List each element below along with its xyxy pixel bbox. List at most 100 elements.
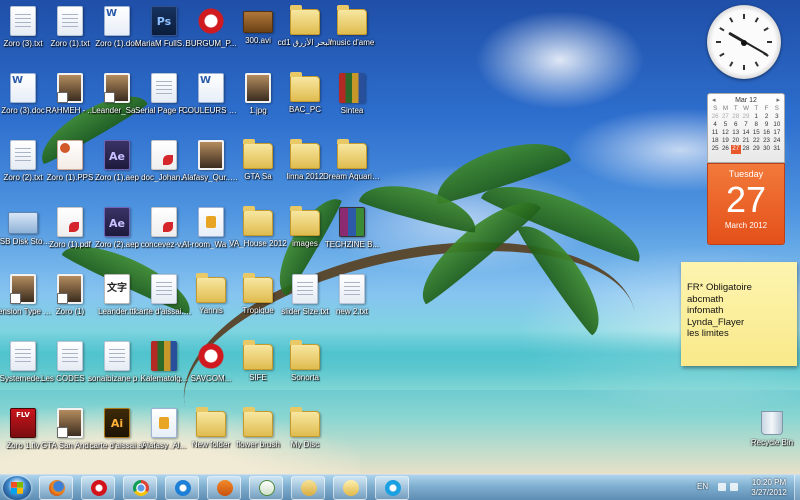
calendar-day[interactable]: 13 [731,129,741,137]
desktop-icon[interactable]: Kalematolg... [141,339,187,399]
desktop-icon[interactable]: concevez-v... [141,205,187,265]
calendar-day[interactable]: 26 [720,145,730,153]
start-button[interactable] [3,476,31,500]
desktop-icon[interactable]: Zoro (1) [47,272,93,332]
desktop-icon[interactable]: FLV Zoro 1.flv [0,406,46,466]
desktop-icon[interactable]: Zoro (1).pdf [47,205,93,265]
calendar-day[interactable]: 18 [710,137,720,145]
calendar-day[interactable]: 26 [710,113,720,121]
taskbar-skype-button[interactable] [375,476,409,500]
desktop-icon[interactable]: 300.avi [235,4,281,64]
recycle-bin[interactable]: Recycle Bin [749,407,795,467]
calendar-day[interactable]: 6 [731,121,741,129]
desktop-icon[interactable]: Zoro (1).txt [47,4,93,64]
desktop-icon[interactable]: GTA Sa [235,138,281,198]
desktop-icon[interactable]: Alafasy_Qur... Liathan.mp3 [182,138,240,198]
calendar-prev-icon[interactable]: ◂ [712,96,716,105]
desktop-icon[interactable]: Zoro (3).txt [0,4,46,64]
desktop-icon[interactable]: Sonorta [282,339,328,399]
tray-flag-icon[interactable] [718,483,726,491]
desktop-icon[interactable]: BAC_PC [282,71,328,131]
calendar-day[interactable]: 9 [761,121,771,129]
desktop-icon[interactable]: 文字 Leander.ttf [94,272,140,332]
calendar-gadget[interactable]: ◂ Mar 12 ▸ S M T W T F S 26 27 28 29 1 2 3 4 5 6 7 8 9 10 11 1… [707,93,785,253]
calendar-day[interactable]: 2 [761,113,771,121]
tray-network-icon[interactable] [730,483,738,491]
desktop-icon[interactable]: sonaibizane password.txt [88,339,146,399]
calendar-day[interactable]: 16 [761,129,771,137]
calendar-day[interactable]: 4 [710,121,720,129]
desktop-icon[interactable]: COULEURS ET COMM... [182,71,240,131]
calendar-day[interactable]: 24 [772,137,782,145]
desktop-icon[interactable]: images [282,205,328,265]
desktop-icon[interactable]: Ae Zoro (2).aep [94,205,140,265]
taskbar-folder-button[interactable] [333,476,367,500]
desktop-icon[interactable]: Ae Zoro (1).aep [94,138,140,198]
tray-clock[interactable]: 10:20 PM 3/27/2012 [746,478,792,498]
calendar-day[interactable]: 19 [720,137,730,145]
desktop-icon[interactable]: SIFE [235,339,281,399]
calendar-day[interactable]: 30 [761,145,771,153]
calendar-day[interactable]: 28 [741,145,751,153]
sticky-note[interactable]: FR* Obligatoire abcmath infomath Lynda_F… [681,262,797,366]
taskbar-windows-explorer-button[interactable] [291,476,325,500]
desktop-icon[interactable]: USB Disk Storage Fo... [0,205,52,265]
calendar-day[interactable]: 28 [731,113,741,121]
desktop-icon[interactable]: TECHZINE B... [325,205,379,265]
calendar-day[interactable]: 25 [710,145,720,153]
desktop-icon[interactable]: Systemede... [0,339,46,399]
calendar-day[interactable]: 22 [751,137,761,145]
desktop-icon[interactable]: Dream Aquariu... [323,138,381,198]
calendar-day[interactable]: 5 [720,121,730,129]
calendar-day[interactable]: 21 [741,137,751,145]
calendar-day[interactable]: 17 [772,129,782,137]
taskbar-chrome-button[interactable] [123,476,157,500]
calendar-day[interactable]: 3 [772,113,782,121]
calendar-day[interactable]: 15 [751,129,761,137]
desktop-icon[interactable]: Tension Type Font Licens... [0,272,52,332]
desktop-icon[interactable]: Alafasy_Al... [141,406,187,466]
desktop-icon[interactable]: PsMariaM FullServices... [135,4,193,64]
calendar-day[interactable]: 8 [751,121,761,129]
desktop-icon[interactable]: Al-room_Wa min Ayatih... [182,205,240,265]
desktop-icon[interactable]: slider Size.txt [281,272,329,332]
desktop-icon[interactable]: SAVCOM... [188,339,234,399]
calendar-day[interactable]: 7 [741,121,751,129]
desktop-icon[interactable]: Ai carte d'aissai.ai [90,406,144,466]
desktop-icon[interactable]: GTA San Andreas [41,406,99,466]
calendar-day[interactable]: 14 [741,129,751,137]
desktop-icon[interactable]: New folder [188,406,234,466]
desktop-icon[interactable]: flower brush [235,406,281,466]
taskbar-internet-explorer-button[interactable] [165,476,199,500]
desktop-icon[interactable]: Yannis [188,272,234,332]
desktop-icon[interactable]: My Disc [282,406,328,466]
desktop-icon[interactable]: Leander_Sa... [92,71,142,131]
calendar-day[interactable]: 10 [772,121,782,129]
show-desktop-button[interactable] [794,475,800,500]
desktop-icon[interactable]: BURGUM_P... [186,4,236,64]
desktop-icon[interactable]: Zoro (1).doc [94,4,140,64]
calendar-day[interactable]: 31 [772,145,782,153]
calendar-day[interactable]: 12 [720,129,730,137]
desktop-icon[interactable]: Sintea [329,71,375,131]
desktop-icon[interactable]: music d'ame [329,4,375,64]
desktop-icon[interactable]: Tropique [235,272,281,332]
desktop-icon[interactable]: carte d'aissai.jpg [135,272,193,332]
desktop-icon[interactable]: Serial Page Plus.txt [135,71,193,131]
taskbar-opera-button[interactable] [81,476,115,500]
calendar-day[interactable]: 23 [761,137,771,145]
desktop-icon[interactable]: 1.jpg [235,71,281,131]
calendar-next-icon[interactable]: ▸ [776,96,780,105]
calendar-day[interactable]: 27 [730,145,741,154]
desktop-icon[interactable]: linna 2012 [282,138,328,198]
calendar-day[interactable]: 27 [720,113,730,121]
calendar-day[interactable]: 11 [710,129,720,137]
taskbar-firefox-button[interactable] [39,476,73,500]
desktop-icon[interactable]: Zoro (1).PPS [47,138,93,198]
desktop-icon[interactable]: doc_Johan... [141,138,187,198]
desktop-icon[interactable]: new 2.txt [329,272,375,332]
taskbar-notepad-button[interactable] [249,476,283,500]
desktop-icon[interactable]: RAHMEH - ... [46,71,94,131]
calendar-day[interactable]: 29 [741,113,751,121]
taskbar-media-player-button[interactable] [207,476,241,500]
